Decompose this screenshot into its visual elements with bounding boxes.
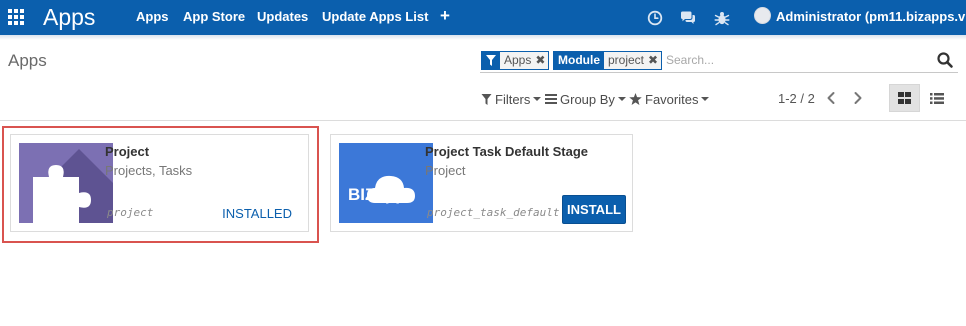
groupby-dropdown[interactable]: Group By [545, 91, 626, 107]
facet-remove-icon[interactable]: ✖ [648, 52, 661, 69]
kanban-view-button[interactable] [889, 84, 920, 112]
filter-funnel-icon [482, 52, 500, 69]
favorites-label: Favorites [645, 91, 699, 107]
install-button[interactable]: INSTALL [562, 195, 626, 224]
pager-next-icon[interactable] [850, 89, 866, 107]
star-icon [629, 93, 642, 105]
puzzle-piece-icon [19, 143, 113, 223]
nav-item-updates[interactable]: Updates [257, 0, 308, 35]
search-magnifier-icon[interactable] [936, 51, 954, 69]
list-bars-icon [545, 94, 557, 104]
caret-down-icon [533, 97, 542, 101]
bizapps-logo-text: BIZapps [348, 185, 415, 204]
app-name: Project [105, 144, 150, 159]
nav-item-app-store[interactable]: App Store [183, 0, 245, 35]
bizapps-logo: BIZapps [339, 143, 433, 223]
navbar-brand: Apps [43, 4, 96, 30]
activity-clock-icon[interactable] [646, 9, 664, 27]
search-bar: Apps ✖ Module project ✖ [480, 49, 958, 73]
list-view-button[interactable] [921, 84, 952, 112]
control-panel-divider [0, 120, 966, 121]
search-facet-filter: Apps ✖ [481, 51, 550, 70]
nav-item-apps[interactable]: Apps [136, 0, 169, 35]
debug-bug-icon[interactable] [713, 9, 731, 27]
navbar-shadow [0, 35, 966, 40]
app-summary: Projects, Tasks [105, 163, 193, 178]
nav-item-update-apps-list[interactable]: Update Apps List [322, 0, 428, 35]
filter-funnel-icon [481, 93, 492, 105]
user-avatar[interactable] [754, 7, 771, 24]
app-technical-name: project [107, 206, 154, 219]
facet-category: Module [554, 52, 604, 69]
groupby-label: Group By [560, 91, 615, 107]
caret-down-icon [701, 97, 710, 101]
app-card-project-task-default-stage[interactable]: BIZapps Project Task Default Stage Proje… [330, 134, 633, 232]
caret-down-icon [617, 97, 626, 101]
app-card-project[interactable]: Project Projects, Tasks project INSTALLE… [10, 134, 309, 232]
filters-label: Filters [495, 91, 531, 107]
installed-status: INSTALLED [222, 206, 292, 221]
nav-add-button[interactable]: + [440, 0, 450, 35]
page-title: Apps [8, 51, 47, 70]
facet-value: Apps [504, 53, 532, 67]
search-facet-module: Module project ✖ [553, 51, 663, 70]
pager-previous-icon[interactable] [823, 89, 839, 107]
favorites-dropdown[interactable]: Favorites [629, 91, 710, 107]
facet-value: project [608, 53, 645, 67]
apps-menu-grid-icon[interactable] [8, 9, 25, 26]
main-navbar: Apps Apps App Store Updates Update Apps … [0, 0, 966, 35]
app-name: Project Task Default Stage [425, 144, 589, 159]
user-menu[interactable]: Administrator (pm11.bizapps.vn) [776, 0, 966, 35]
search-input[interactable] [666, 50, 926, 70]
pager-value[interactable]: 1-2 / 2 [778, 91, 815, 106]
app-summary: Project [425, 163, 466, 178]
facet-remove-icon[interactable]: ✖ [535, 52, 548, 69]
messages-chat-icon[interactable] [679, 9, 697, 27]
kanban-grid-icon [898, 92, 911, 104]
filters-dropdown[interactable]: Filters [481, 91, 542, 107]
list-view-icon [929, 92, 944, 104]
control-panel [0, 35, 966, 120]
app-technical-name: project_task_default [427, 206, 560, 219]
